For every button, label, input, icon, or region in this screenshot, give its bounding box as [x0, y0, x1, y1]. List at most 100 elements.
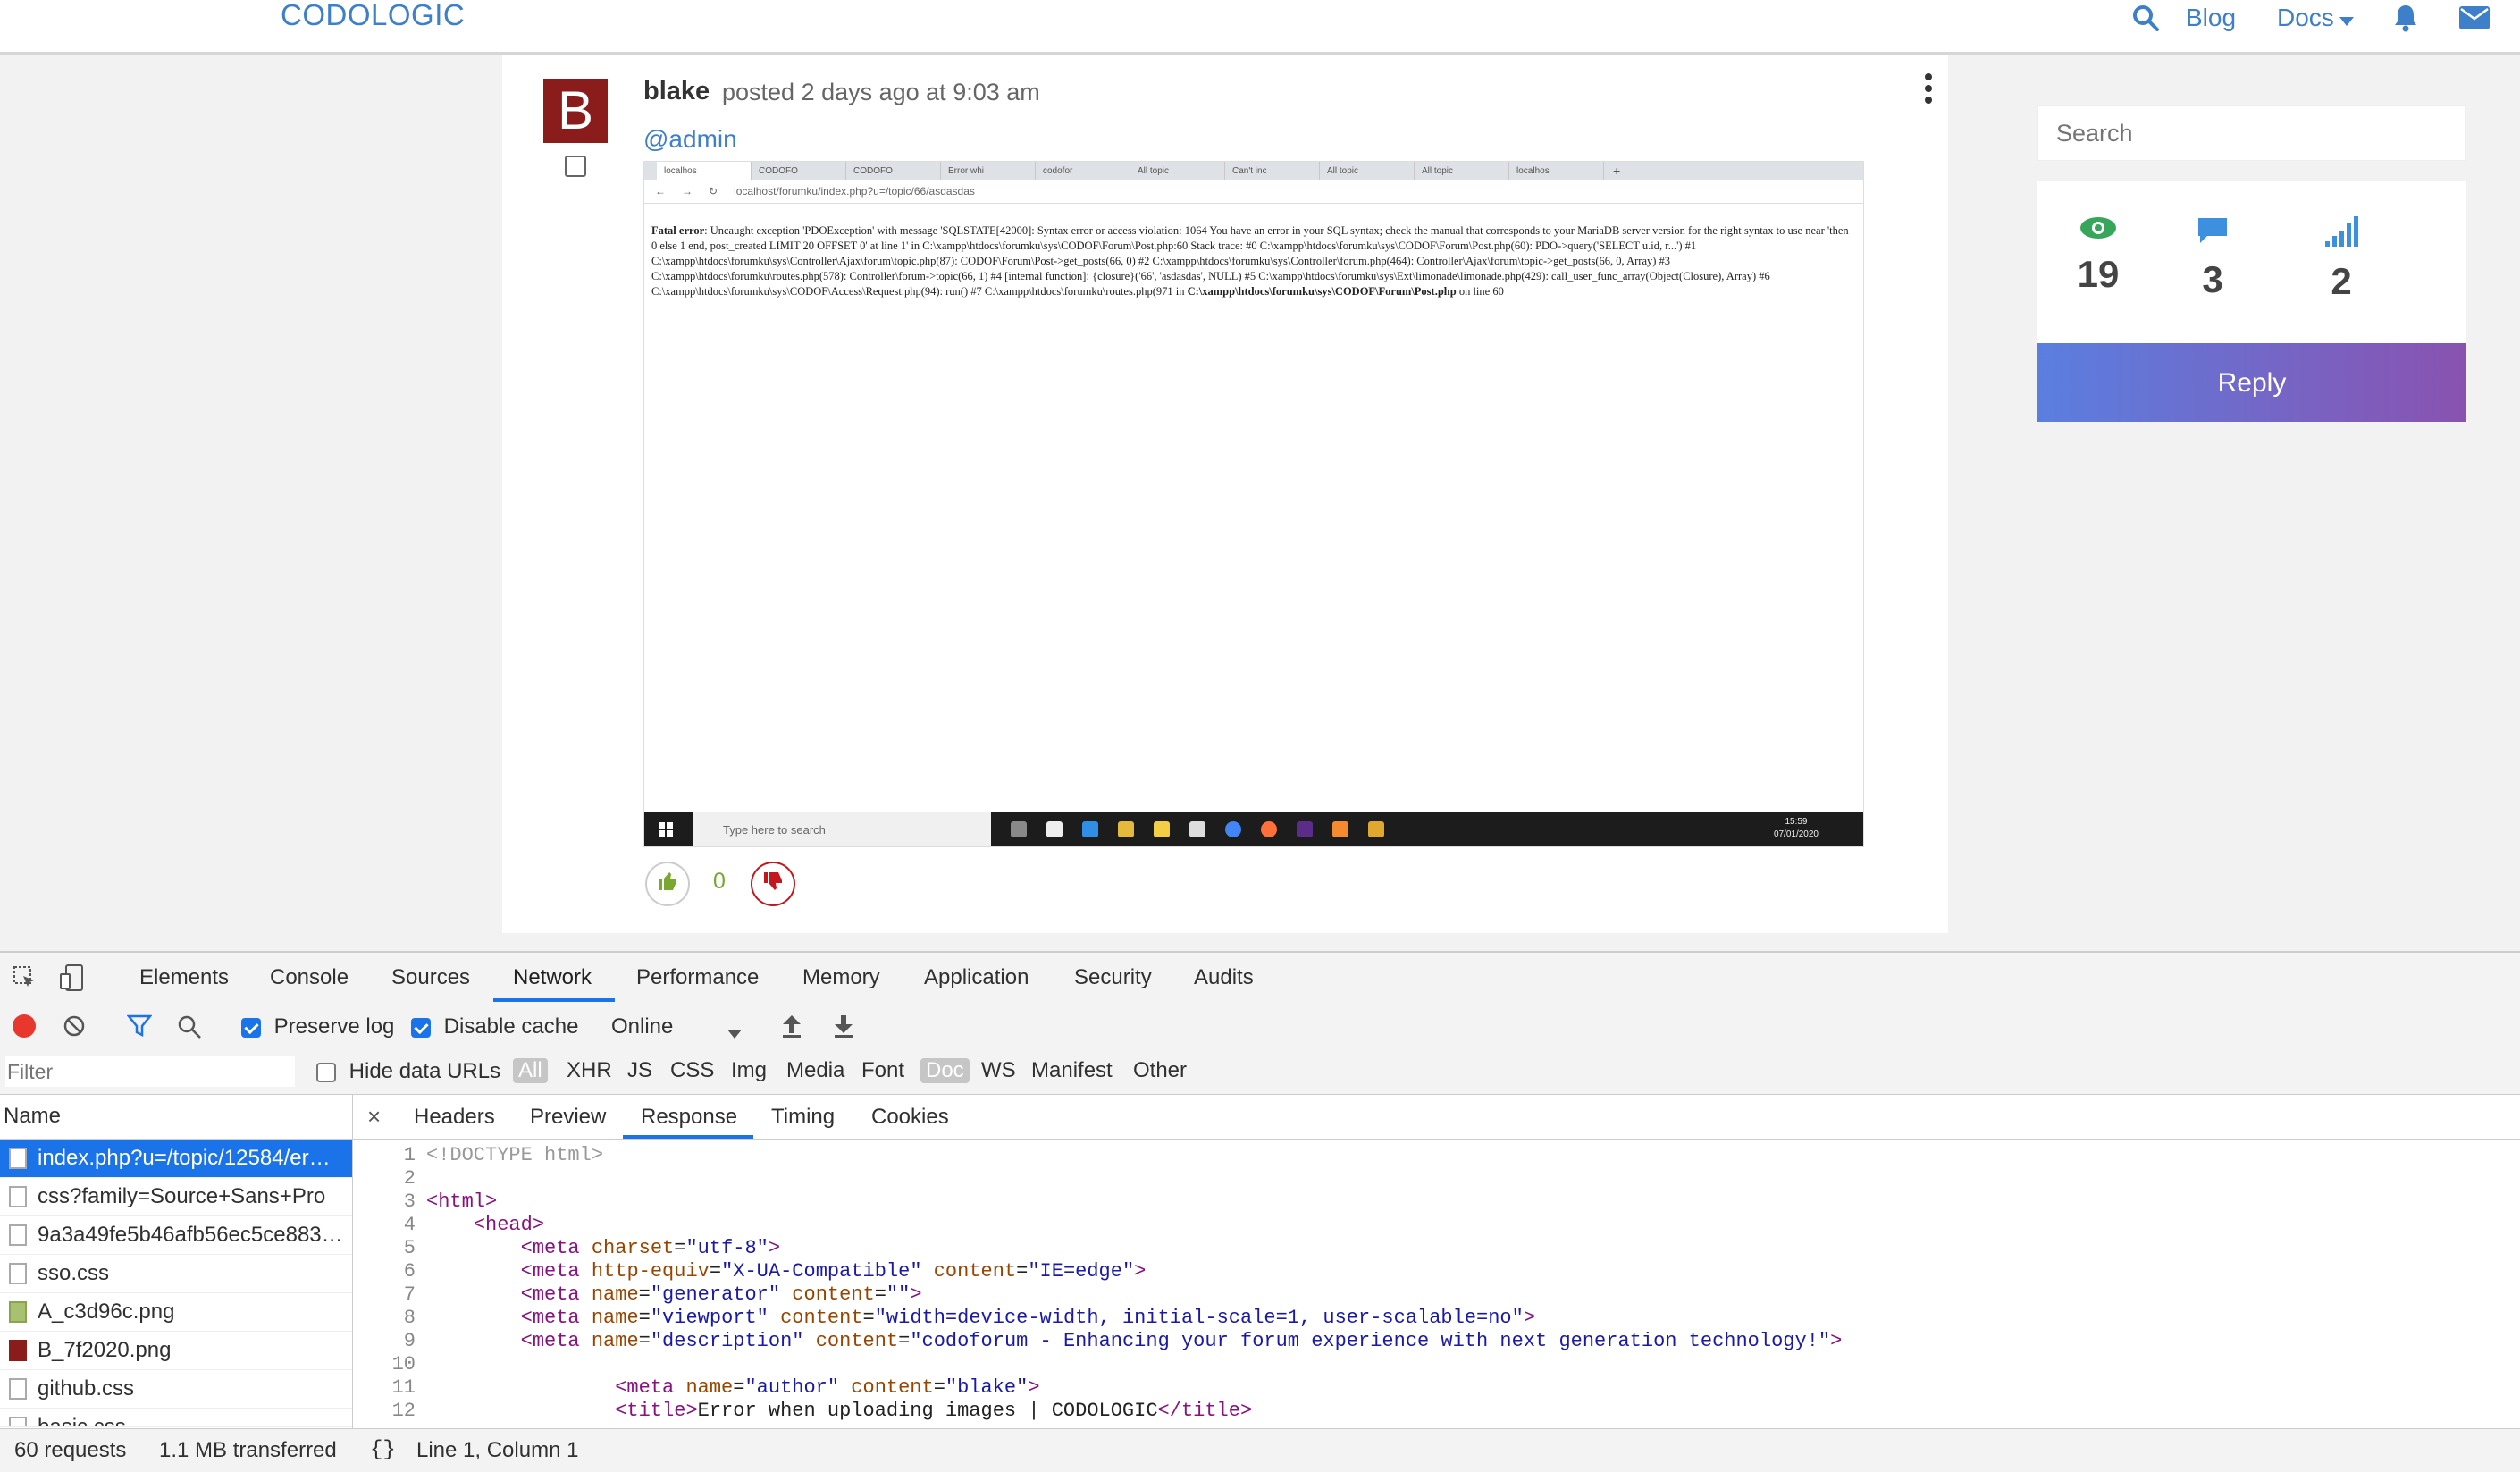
throttling-select[interactable]: Online [611, 1014, 742, 1039]
type-filter-other[interactable]: Other [1133, 1058, 1187, 1083]
signal-bars-icon [2323, 216, 2359, 250]
sidebar-search-input[interactable] [2037, 105, 2466, 161]
code-line: <meta name="author" content="blake"> [615, 1376, 1040, 1399]
tab-preview[interactable]: Preview [530, 1105, 606, 1130]
request-row[interactable]: 9a3a49fe5b46afb56ec5ce883… [0, 1216, 352, 1255]
import-har-icon[interactable] [781, 1014, 802, 1045]
upvote-button[interactable] [645, 862, 690, 906]
tab-security[interactable]: Security [1074, 965, 1152, 990]
type-filter-css[interactable]: CSS [670, 1058, 714, 1083]
screenshot-tab: CODOFO [752, 162, 846, 180]
bell-icon[interactable] [2393, 0, 2418, 36]
post-select-checkbox[interactable] [565, 156, 586, 177]
tab-timing[interactable]: Timing [771, 1105, 835, 1130]
downvote-button[interactable] [751, 862, 795, 906]
disable-cache-check-icon [411, 1017, 431, 1038]
nav-docs-dropdown[interactable]: Docs [2277, 0, 2354, 36]
tab-performance[interactable]: Performance [636, 965, 759, 990]
forward-arrow-icon: → [682, 185, 693, 198]
thumbs-up-icon [657, 871, 678, 897]
filter-icon[interactable] [126, 1014, 153, 1044]
stylesheet-icon [9, 1417, 27, 1426]
network-filter-bar: Hide data URLs All XHR JS CSS Img Media … [0, 1049, 2520, 1095]
response-source-viewer[interactable]: 1 2 3 4 5 6 7 8 9 10 11 12 <!DOCTYPE htm… [353, 1140, 2520, 1428]
active-detail-tab-indicator [623, 1135, 753, 1139]
tab-application[interactable]: Application [924, 965, 1029, 990]
hide-data-urls-label: Hide data URLs [349, 1059, 501, 1083]
name-column-header[interactable]: Name [0, 1094, 352, 1140]
search-icon[interactable] [177, 1014, 202, 1046]
request-row[interactable]: github.css [0, 1370, 352, 1409]
type-filter-font[interactable]: Font [861, 1058, 904, 1083]
type-filter-img[interactable]: Img [731, 1058, 767, 1083]
stylesheet-icon [9, 1186, 27, 1207]
type-filter-media[interactable]: Media [786, 1058, 844, 1083]
line-number: 9 [403, 1330, 416, 1352]
hide-data-urls-checkbox[interactable]: Hide data URLs [316, 1059, 500, 1084]
tab-headers[interactable]: Headers [414, 1105, 495, 1130]
request-name: 9a3a49fe5b46afb56ec5ce883… [38, 1223, 343, 1247]
preserve-log-checkbox[interactable]: Preserve log [241, 1014, 394, 1039]
record-icon[interactable] [13, 1014, 36, 1038]
search-icon[interactable] [2132, 0, 2159, 36]
devtools-tabbar: Elements Console Sources Network Perform… [0, 953, 2520, 1004]
dropbox-icon [1046, 821, 1063, 837]
post-attached-screenshot[interactable]: localhos CODOFO CODOFO Error whi codofor… [643, 161, 1864, 847]
tab-elements[interactable]: Elements [139, 965, 229, 990]
post-mention[interactable]: @admin [643, 125, 737, 154]
post-card: B blake posted 2 days ago at 9:03 am @ad… [502, 55, 1948, 933]
request-row[interactable]: index.php?u=/topic/12584/er… [0, 1140, 352, 1178]
tab-audits[interactable]: Audits [1194, 965, 1254, 990]
line-number: 5 [403, 1237, 416, 1259]
clear-icon[interactable] [63, 1014, 86, 1044]
device-toolbar-icon[interactable] [59, 963, 86, 998]
request-row[interactable]: css?family=Source+Sans+Pro [0, 1178, 352, 1216]
envelope-icon[interactable] [2459, 0, 2490, 36]
detail-tabbar: × Headers Preview Response Timing Cookie… [353, 1094, 2520, 1140]
brand-logo[interactable]: CODOLOGIC [281, 0, 465, 32]
tab-response[interactable]: Response [641, 1105, 737, 1130]
code-line: <meta name="viewport" content="width=dev… [520, 1307, 1536, 1329]
screenshot-taskbar: Type here to search 15:59 07/01/2020 [644, 812, 1863, 846]
post-author[interactable]: blake [643, 77, 710, 106]
type-filter-xhr[interactable]: XHR [567, 1058, 612, 1083]
type-filter-js[interactable]: JS [627, 1058, 652, 1083]
avatar[interactable]: B [543, 79, 608, 143]
disable-cache-checkbox[interactable]: Disable cache [411, 1014, 578, 1039]
request-list: Name index.php?u=/topic/12584/er… css?fa… [0, 1094, 353, 1428]
line-number: 12 [391, 1400, 416, 1422]
request-name: A_c3d96c.png [38, 1300, 175, 1324]
export-har-icon[interactable] [833, 1014, 854, 1045]
tab-console[interactable]: Console [270, 965, 349, 990]
cursor-position: Line 1, Column 1 [416, 1438, 579, 1462]
reply-button[interactable]: Reply [2037, 343, 2466, 422]
pretty-print-icon[interactable]: {} [370, 1429, 396, 1472]
devtools-status-bar: 60 requests 1.1 MB transferred {} Line 1… [0, 1428, 2520, 1472]
network-toolbar: Preserve log Disable cache Online [0, 1003, 2520, 1050]
screenshot-tab: localhos [1509, 162, 1604, 180]
tab-memory[interactable]: Memory [802, 965, 880, 990]
network-filter-input[interactable] [5, 1056, 295, 1087]
request-row[interactable]: A_c3d96c.png [0, 1293, 352, 1332]
image-icon [9, 1301, 27, 1323]
nav-blog-link[interactable]: Blog [2186, 0, 2236, 36]
type-filter-ws[interactable]: WS [981, 1058, 1016, 1083]
type-filter-manifest[interactable]: Manifest [1031, 1058, 1113, 1083]
type-filter-all[interactable]: All [513, 1058, 548, 1083]
type-filter-doc[interactable]: Doc [920, 1058, 970, 1083]
post-options-icon[interactable] [1925, 73, 1932, 108]
request-row[interactable]: sso.css [0, 1255, 352, 1293]
tab-cookies[interactable]: Cookies [871, 1105, 949, 1130]
request-row[interactable]: basic.css [0, 1409, 352, 1427]
tab-network[interactable]: Network [513, 965, 592, 990]
request-count: 60 requests [14, 1438, 127, 1462]
inspect-element-icon[interactable] [13, 965, 38, 997]
preserve-log-check-icon [241, 1017, 261, 1038]
request-name: B_7f2020.png [38, 1338, 172, 1362]
replies-count: 3 [2202, 258, 2223, 300]
tab-sources[interactable]: Sources [391, 965, 470, 990]
request-row[interactable]: B_7f2020.png [0, 1332, 352, 1370]
document-icon [9, 1148, 27, 1169]
close-icon[interactable]: × [367, 1103, 381, 1131]
